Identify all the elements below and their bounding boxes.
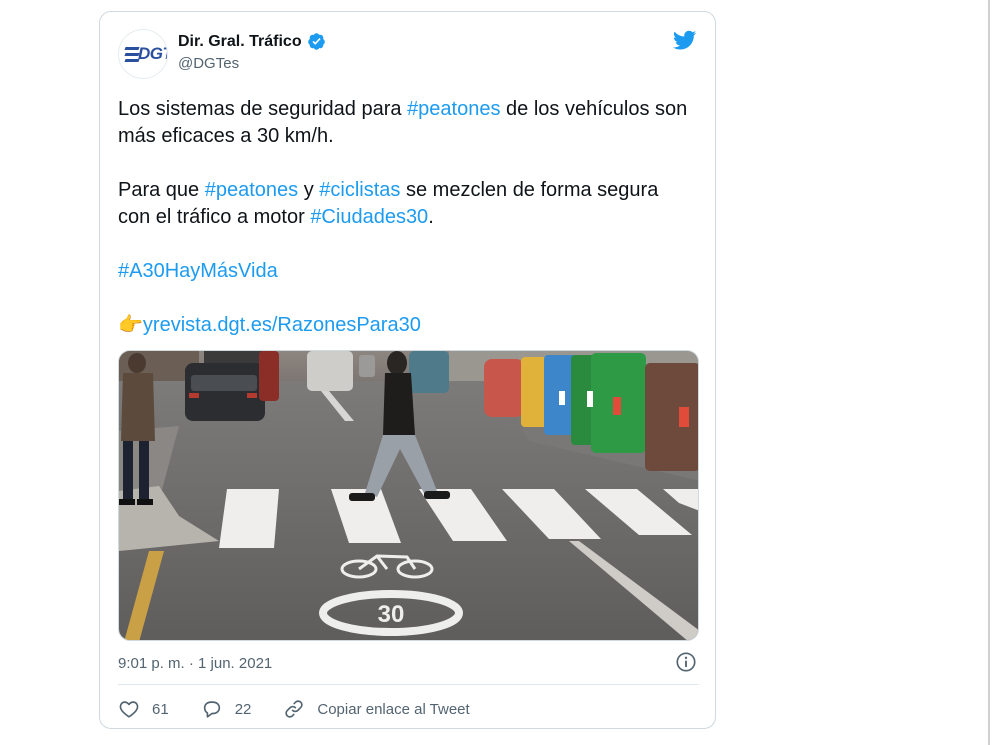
tweet-link[interactable]: yrevista.dgt.es/RazonesPara30 bbox=[143, 314, 421, 336]
twitter-bird-icon[interactable] bbox=[671, 28, 698, 52]
heart-icon bbox=[119, 701, 139, 718]
hashtag-peatones[interactable]: #peatones bbox=[205, 179, 298, 201]
divider bbox=[118, 684, 699, 685]
tweet-paragraph-4: 👉yrevista.dgt.es/RazonesPara30 bbox=[118, 312, 688, 339]
like-button[interactable]: 61 bbox=[118, 698, 169, 720]
reply-bubble-icon bbox=[203, 701, 220, 718]
like-count: 61 bbox=[152, 700, 169, 718]
street-crosswalk-photo: 30 bbox=[119, 351, 698, 640]
hashtag-peatones[interactable]: #peatones bbox=[407, 98, 500, 120]
hashtag-ciclistas[interactable]: #ciclistas bbox=[319, 179, 400, 201]
tweet-photo[interactable]: 30 bbox=[118, 350, 699, 641]
pointing-hand-emoji: 👉 bbox=[118, 314, 143, 336]
reply-count: 22 bbox=[234, 700, 252, 718]
tweet-card[interactable]: DGT Dir. Gral. Tráfico @DGTes Los sistem… bbox=[99, 11, 716, 729]
tweet-paragraph-3: #A30HayMásVida bbox=[118, 258, 688, 285]
avatar[interactable]: DGT bbox=[118, 29, 168, 79]
author-handle[interactable]: @DGTes bbox=[178, 55, 239, 72]
verified-badge-icon bbox=[307, 33, 325, 50]
tweet-timestamp[interactable]: 9:01 p. m. · 1 jun. 2021 bbox=[118, 655, 272, 672]
link-icon bbox=[285, 700, 304, 718]
hashtag-a30haymasvida[interactable]: #A30HayMásVida bbox=[118, 260, 278, 282]
author-name[interactable]: Dir. Gral. Tráfico bbox=[178, 32, 326, 51]
reply-button[interactable]: 22 bbox=[201, 698, 252, 720]
info-icon[interactable] bbox=[675, 651, 697, 673]
svg-text:30: 30 bbox=[378, 601, 405, 628]
window-edge bbox=[988, 0, 990, 745]
tweet-paragraph-1: Los sistemas de seguridad para #peatones… bbox=[118, 98, 688, 147]
copy-link-label: Copiar enlace al Tweet bbox=[317, 700, 470, 718]
tweet-paragraph-2: Para que #peatones y #ciclistas se mezcl… bbox=[118, 179, 659, 228]
hashtag-ciudades30[interactable]: #Ciudades30 bbox=[310, 206, 428, 228]
author-name-text[interactable]: Dir. Gral. Tráfico bbox=[178, 33, 302, 51]
tweet-text: Los sistemas de seguridad para #peatones… bbox=[118, 96, 688, 339]
car bbox=[185, 363, 265, 421]
tweet-actions: 61 22 Copiar enlace al Tweet bbox=[118, 696, 470, 722]
copy-link-button[interactable]: Copiar enlace al Tweet bbox=[283, 698, 470, 720]
dgt-logo-stripes bbox=[124, 47, 140, 65]
dgt-logo-text: DGT bbox=[138, 44, 167, 63]
car bbox=[307, 351, 353, 391]
